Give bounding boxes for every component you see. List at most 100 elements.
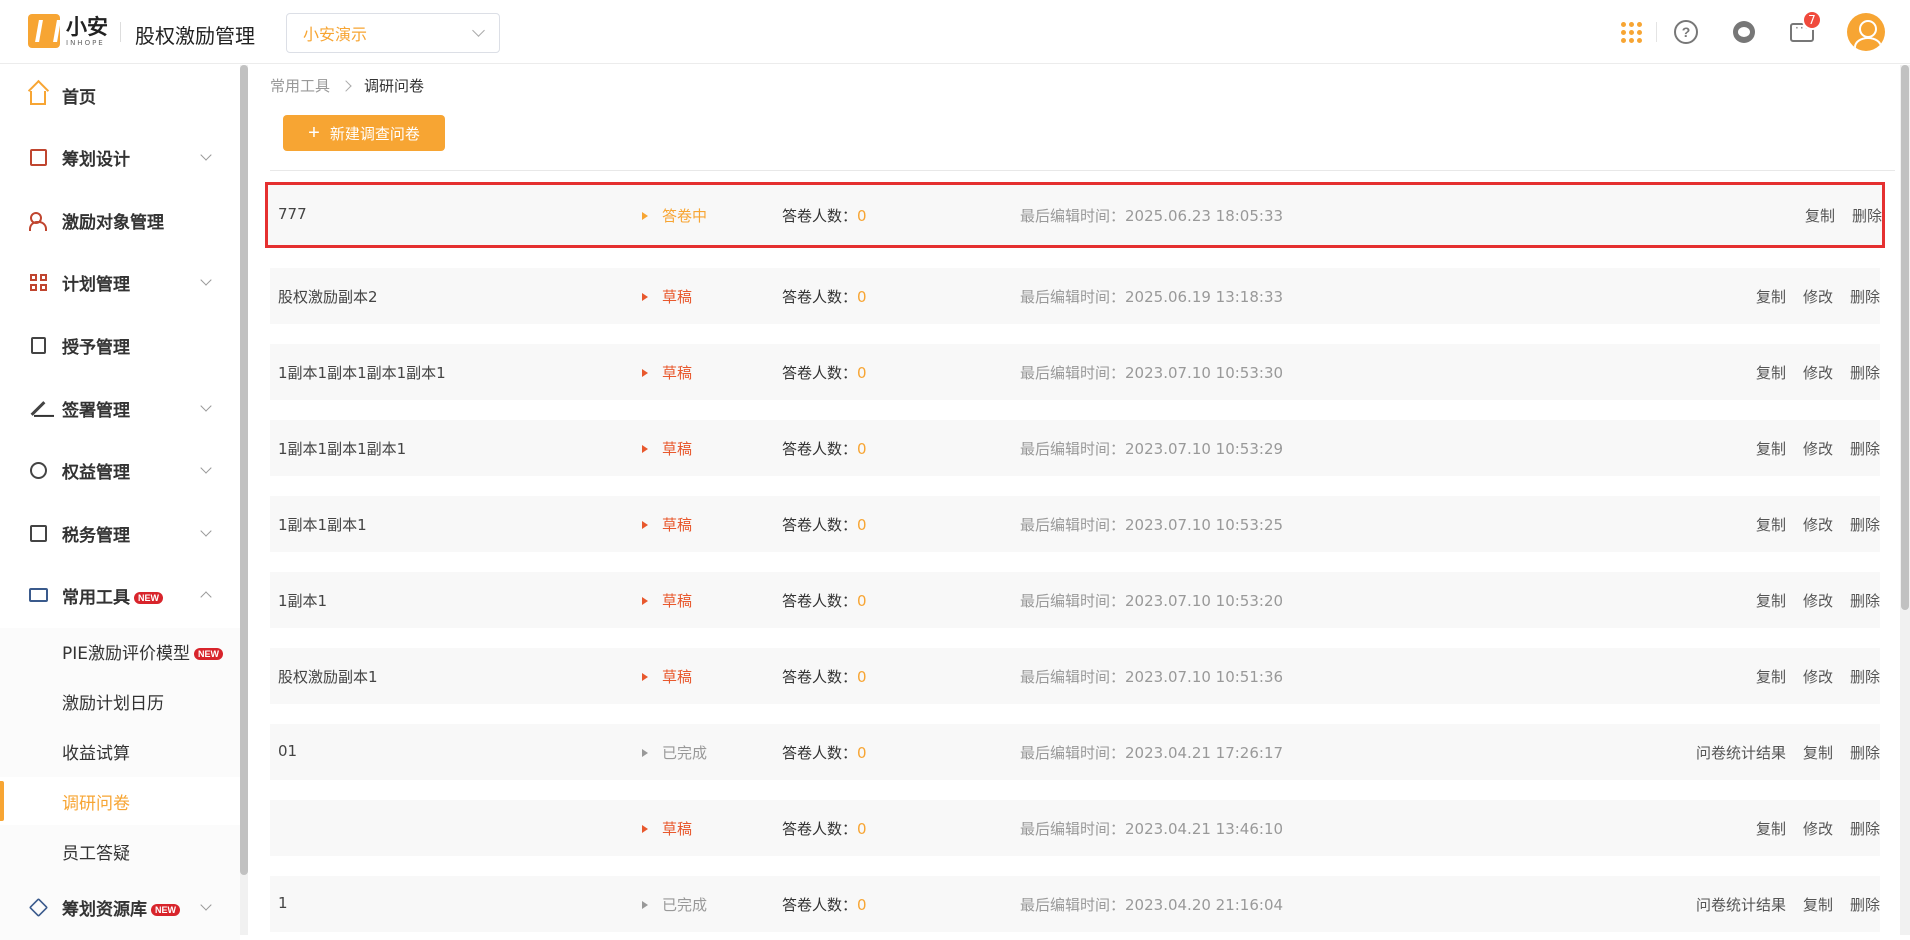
edit-icon <box>28 147 48 167</box>
table-row[interactable]: 1副本1副本1副本1 草稿 答卷人数：0 最后编辑时间：2023.07.10 10:5… <box>270 420 1880 476</box>
sidebar-item-signing[interactable]: 签署管理 <box>0 383 240 433</box>
sidebar-item-label: 激励对象管理 <box>62 212 164 233</box>
survey-name: 777 <box>278 205 307 223</box>
user-avatar[interactable] <box>1847 13 1885 51</box>
copy-link[interactable]: 复制 <box>1756 286 1786 307</box>
delete-link[interactable]: 删除 <box>1850 894 1880 915</box>
table-row[interactable]: 777 答卷中 答卷人数：0 最后编辑时间：2025.06.23 18:05:33 复制… <box>265 182 1885 248</box>
delete-link[interactable]: 删除 <box>1850 514 1880 535</box>
help-icon[interactable]: ? <box>1672 18 1700 46</box>
copy-link[interactable]: 复制 <box>1756 818 1786 839</box>
table-row[interactable]: 1副本1副本1 草稿 答卷人数：0 最后编辑时间：2023.07.10 10:53:2… <box>270 496 1880 552</box>
sidebar-item-participants[interactable]: 激励对象管理 <box>0 195 240 245</box>
copy-link[interactable]: 复制 <box>1756 514 1786 535</box>
edit-link[interactable]: 修改 <box>1803 286 1833 307</box>
scrollbar-thumb[interactable] <box>1901 65 1909 610</box>
message-icon[interactable]: 7 <box>1788 10 1822 46</box>
delete-link[interactable]: 删除 <box>1850 438 1880 459</box>
copy-link[interactable]: 复制 <box>1756 590 1786 611</box>
status-dot-icon <box>642 824 648 833</box>
respondent-count: 答卷人数：0 <box>782 818 867 839</box>
survey-name: 股权激励副本1 <box>278 668 378 686</box>
table-row[interactable]: 1副本1 草稿 答卷人数：0 最后编辑时间：2023.07.10 10:53:20 复制… <box>270 572 1880 628</box>
status-text: 草稿 <box>662 440 693 458</box>
sidebar-item-grants[interactable]: 授予管理 <box>0 320 240 370</box>
edit-link[interactable]: 修改 <box>1803 818 1833 839</box>
table-row[interactable]: 01 已完成 答卷人数：0 最后编辑时间：2023.04.21 17:26:17 问卷统… <box>270 724 1880 780</box>
chevron-right-icon <box>340 79 352 92</box>
breadcrumb-parent[interactable]: 常用工具 <box>270 75 330 96</box>
status-dot-icon <box>642 596 648 605</box>
respondent-value: 0 <box>857 364 867 382</box>
copy-link[interactable]: 复制 <box>1756 666 1786 687</box>
copy-link[interactable]: 复制 <box>1803 742 1833 763</box>
sidebar-item-equity[interactable]: 权益管理 <box>0 445 240 495</box>
edit-link[interactable]: 修改 <box>1803 438 1833 459</box>
survey-name: 1副本1副本1 <box>278 516 367 534</box>
respondent-value: 0 <box>857 744 867 762</box>
delete-link[interactable]: 删除 <box>1850 818 1880 839</box>
stats-link[interactable]: 问卷统计结果 <box>1696 894 1786 915</box>
sidebar-item-planning[interactable]: 筹划设计 <box>0 132 240 182</box>
badge-icon <box>28 460 48 480</box>
copy-link[interactable]: 复制 <box>1756 362 1786 383</box>
company-select[interactable]: 小安演示 <box>286 13 500 53</box>
delete-link[interactable]: 删除 <box>1850 286 1880 307</box>
delete-link[interactable]: 删除 <box>1850 590 1880 611</box>
edit-link[interactable]: 修改 <box>1803 666 1833 687</box>
status-text: 已完成 <box>662 744 708 762</box>
status-badge: 草稿 <box>642 818 692 839</box>
table-row[interactable]: 1副本1副本1副本1副本1 草稿 答卷人数：0 最后编辑时间：2023.07.10 1… <box>270 344 1880 400</box>
layers-icon <box>28 897 48 917</box>
sidebar-subitem-calculator[interactable]: 收益试算 <box>0 727 240 775</box>
sidebar: 首页 筹划设计 激励对象管理 计划管理 授予管理 签署管理 权益管理 税务管理 … <box>0 65 240 940</box>
table-row[interactable]: 股权激励副本2 草稿 答卷人数：0 最后编辑时间：2025.06.19 13:18:3… <box>270 268 1880 324</box>
delete-link[interactable]: 删除 <box>1850 742 1880 763</box>
table-row[interactable]: 股权激励副本1 草稿 答卷人数：0 最后编辑时间：2023.07.10 10:51:3… <box>270 648 1880 704</box>
apps-grid-icon[interactable] <box>1617 18 1645 46</box>
new-survey-button[interactable]: + 新建调查问卷 <box>283 115 445 151</box>
last-edit-time: 最后编辑时间：2025.06.19 13:18:33 <box>1020 286 1283 307</box>
last-edit-time: 最后编辑时间：2023.04.21 17:26:17 <box>1020 742 1283 763</box>
sidebar-item-tools[interactable]: 常用工具 NEW <box>0 570 240 620</box>
status-dot-icon <box>642 292 648 301</box>
sidebar-subitem-qa[interactable]: 员工答疑 <box>0 827 240 875</box>
respondent-count: 答卷人数：0 <box>782 742 867 763</box>
status-dot-icon <box>642 748 648 757</box>
table-row[interactable]: 1 已完成 答卷人数：0 最后编辑时间：2023.04.20 21:16:04 问卷统计… <box>270 876 1880 932</box>
status-badge: 答卷中 <box>642 205 707 226</box>
delete-link[interactable]: 删除 <box>1850 666 1880 687</box>
edit-link[interactable]: 修改 <box>1803 362 1833 383</box>
company-select-value: 小安演示 <box>303 25 368 44</box>
survey-name: 1 <box>278 894 288 912</box>
sidebar-subitem-label-text: PIE激励评价模型 <box>62 643 191 664</box>
delete-link[interactable]: 删除 <box>1852 205 1882 226</box>
sidebar-item-resources[interactable]: 筹划资源库 NEW <box>0 882 240 932</box>
customer-service-icon[interactable] <box>1730 18 1758 46</box>
sidebar-subitem-survey[interactable]: 调研问卷 <box>0 777 240 825</box>
copy-link[interactable]: 复制 <box>1803 894 1833 915</box>
pen-icon <box>28 398 48 418</box>
copy-link[interactable]: 复制 <box>1805 205 1835 226</box>
new-badge: NEW <box>151 903 180 916</box>
sidebar-item-plans[interactable]: 计划管理 <box>0 257 240 307</box>
sidebar-scrollbar[interactable] <box>240 65 248 935</box>
sidebar-subitem-calendar[interactable]: 激励计划日历 <box>0 677 240 725</box>
sidebar-subitem-pie-model[interactable]: PIE激励评价模型 NEW <box>0 627 240 675</box>
copy-link[interactable]: 复制 <box>1756 438 1786 459</box>
logo[interactable]: 小安 INHOPE <box>28 14 108 48</box>
stats-link[interactable]: 问卷统计结果 <box>1696 742 1786 763</box>
sidebar-item-tax[interactable]: 税务管理 <box>0 508 240 558</box>
table-row[interactable]: 草稿 答卷人数：0 最后编辑时间：2023.04.21 13:46:10 复制 修改 删除 <box>270 800 1880 856</box>
edit-link[interactable]: 修改 <box>1803 590 1833 611</box>
scrollbar-thumb[interactable] <box>240 65 248 875</box>
main-scrollbar[interactable] <box>1900 65 1910 935</box>
delete-link[interactable]: 删除 <box>1850 362 1880 383</box>
sidebar-item-home[interactable]: 首页 <box>0 70 240 120</box>
edit-link[interactable]: 修改 <box>1803 514 1833 535</box>
last-edit-time: 最后编辑时间：2023.07.10 10:53:25 <box>1020 514 1283 535</box>
status-dot-icon <box>642 211 648 220</box>
respondent-label: 答卷人数： <box>782 668 858 686</box>
chevron-down-icon <box>200 524 212 537</box>
chevron-down-icon <box>200 898 212 911</box>
